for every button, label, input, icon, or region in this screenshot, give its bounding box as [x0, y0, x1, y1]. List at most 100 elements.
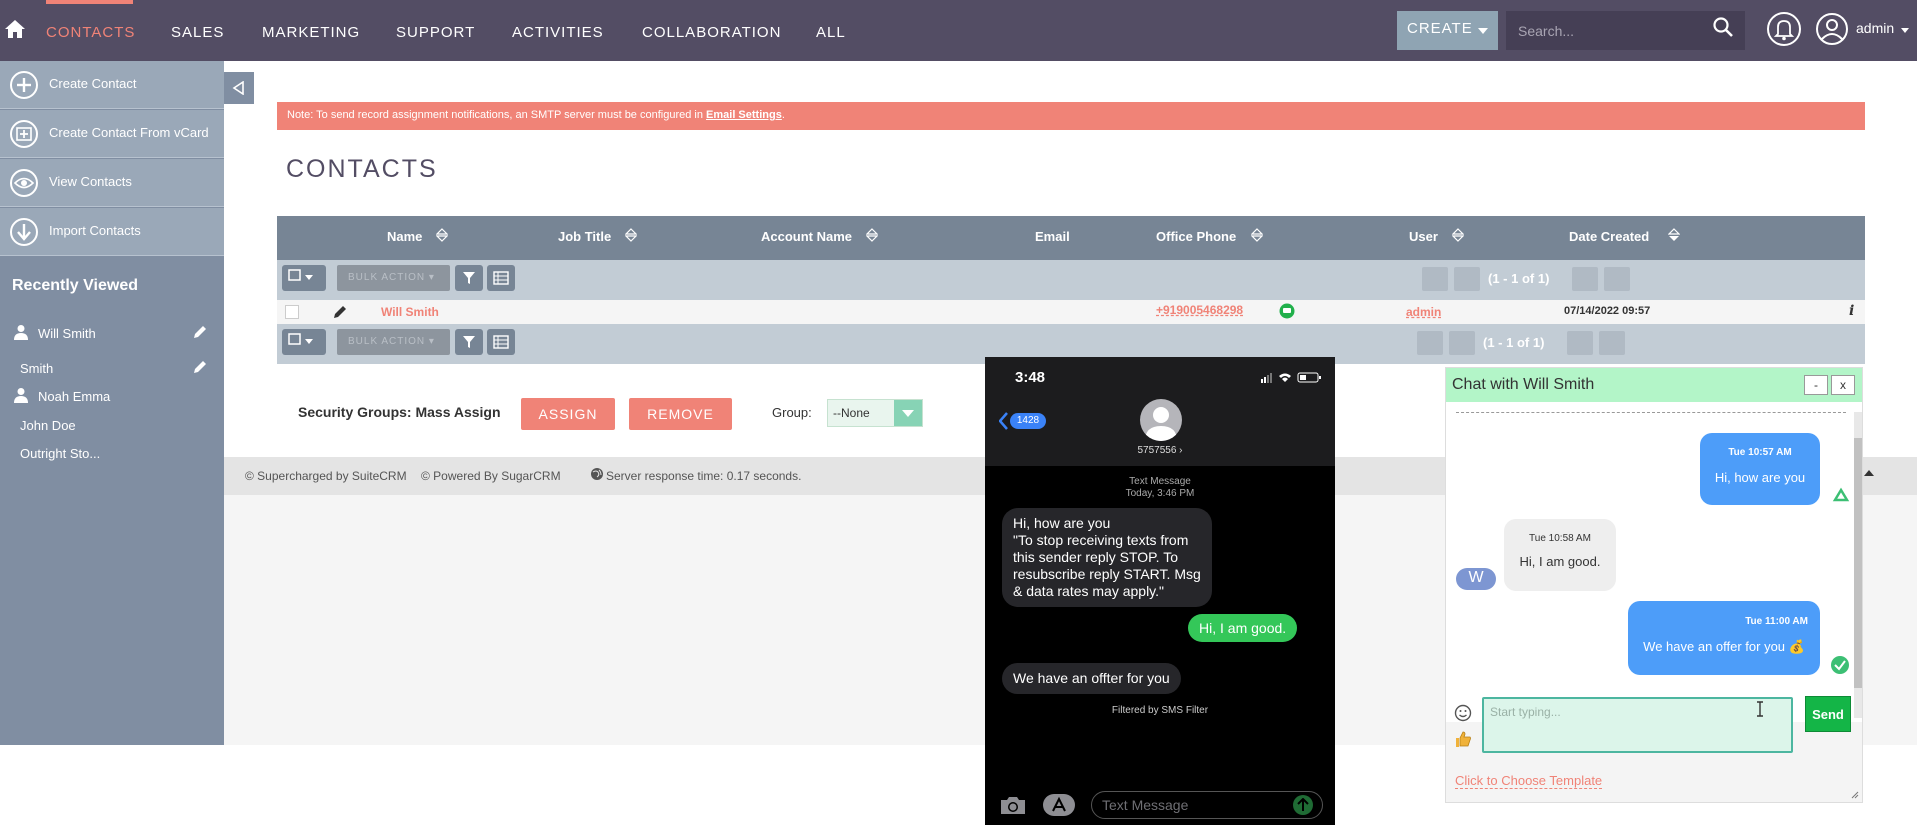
sms-icon[interactable]: [1279, 303, 1295, 319]
pencil-icon[interactable]: [192, 359, 208, 375]
pager-last-button[interactable]: [1604, 267, 1630, 291]
contact-avatar[interactable]: [1140, 399, 1182, 441]
chat-message-input[interactable]: [1482, 697, 1793, 753]
pager-prev-button[interactable]: [1449, 331, 1475, 355]
row-checkbox[interactable]: [285, 305, 299, 319]
chat-send-button[interactable]: Send: [1805, 696, 1851, 732]
chat-minimize-button[interactable]: -: [1804, 375, 1828, 395]
caret-up-icon[interactable]: [1864, 470, 1874, 476]
chat-scrollbar-thumb[interactable]: [1854, 438, 1862, 688]
bulk-action-button[interactable]: BULK ACTION ▾: [337, 329, 450, 355]
user-avatar-icon[interactable]: [1815, 12, 1849, 46]
row-user[interactable]: admin: [1406, 305, 1441, 319]
filter-button[interactable]: [455, 265, 483, 291]
recently-viewed-title: Recently Viewed: [12, 277, 138, 294]
bulk-action-label: BULK ACTION: [348, 272, 426, 283]
check-circle-icon: [1831, 656, 1849, 674]
pager-next-button[interactable]: [1572, 267, 1598, 291]
sidebar-collapse-button[interactable]: [224, 72, 254, 104]
nav-contacts[interactable]: CONTACTS: [46, 24, 135, 41]
chat-close-button[interactable]: x: [1831, 375, 1855, 395]
choose-template-link[interactable]: Click to Choose Template: [1455, 773, 1603, 789]
sms-send-button[interactable]: [1293, 795, 1313, 815]
recent-item-outright[interactable]: Outright Sto...: [20, 446, 100, 461]
nav-all[interactable]: ALL: [816, 24, 846, 41]
footer-sugarcrm[interactable]: © Powered By SugarCRM: [421, 469, 561, 483]
resize-grip-icon[interactable]: [1849, 789, 1859, 799]
column-chooser-button[interactable]: [487, 329, 515, 355]
back-count-badge[interactable]: 1428: [1010, 413, 1046, 429]
sort-icon[interactable]: [1452, 228, 1464, 242]
pager-next-button[interactable]: [1567, 331, 1593, 355]
nav-sales[interactable]: SALES: [171, 24, 224, 41]
column-user[interactable]: User: [1409, 229, 1438, 244]
bell-icon[interactable]: [1765, 10, 1803, 48]
search-icon[interactable]: [1712, 16, 1734, 38]
home-icon[interactable]: [4, 18, 26, 40]
pencil-icon[interactable]: [332, 304, 348, 320]
sort-icon[interactable]: [866, 228, 878, 242]
footer-suitecrm[interactable]: © Supercharged by SuiteCRM: [245, 469, 407, 483]
user-name[interactable]: admin: [1856, 20, 1894, 36]
recent-item-smith[interactable]: Smith: [20, 361, 53, 376]
pager-first-button[interactable]: [1422, 267, 1448, 291]
row-contact-name[interactable]: Will Smith: [381, 305, 439, 319]
nav-marketing[interactable]: MARKETING: [262, 24, 360, 41]
assign-button[interactable]: ASSIGN: [521, 398, 615, 430]
sidebar-create-contact[interactable]: Create Contact: [0, 61, 224, 109]
pencil-icon[interactable]: [192, 324, 208, 340]
column-name[interactable]: Name: [387, 229, 422, 244]
email-settings-link[interactable]: Email Settings: [706, 109, 782, 121]
pager-last-button[interactable]: [1599, 331, 1625, 355]
bulk-action-button[interactable]: BULK ACTION ▾: [337, 265, 450, 291]
phone-contact-number[interactable]: 5757556 ›: [985, 445, 1335, 456]
sidebar-action-label: Create Contact From vCard: [49, 125, 209, 140]
sort-icon[interactable]: [436, 228, 448, 242]
chat-message-time: Tue 10:57 AM: [1728, 447, 1792, 458]
chevron-down-icon[interactable]: [1901, 28, 1909, 33]
sort-desc-icon[interactable]: [1668, 228, 1680, 242]
sidebar-action-label: Create Contact: [49, 76, 137, 91]
sidebar-view-contacts[interactable]: View Contacts: [0, 159, 224, 207]
sms-text-input[interactable]: [1091, 791, 1323, 819]
column-office-phone[interactable]: Office Phone: [1156, 229, 1236, 244]
message-meta: Text Message Today, 3:46 PM: [985, 476, 1335, 500]
recent-item-john-doe[interactable]: John Doe: [20, 418, 76, 433]
column-job-title[interactable]: Job Title: [558, 229, 611, 244]
app-store-icon[interactable]: [1042, 793, 1076, 817]
select-all-dropdown[interactable]: [282, 265, 326, 291]
group-select[interactable]: --None: [827, 399, 923, 427]
plus-circle-icon: [10, 71, 38, 99]
filter-button[interactable]: [455, 329, 483, 355]
pager-first-button[interactable]: [1417, 331, 1443, 355]
thumbs-up-icon[interactable]: [1454, 730, 1472, 748]
group-select-value: --None: [833, 406, 870, 420]
create-button[interactable]: CREATE: [1397, 11, 1498, 50]
chat-widget: Chat with Will Smith - x Tue 10:57 AM Hi…: [1445, 367, 1863, 803]
camera-icon[interactable]: [999, 794, 1027, 816]
remove-button[interactable]: REMOVE: [629, 398, 732, 430]
chat-bubble-outgoing: Tue 11:00 AM We have an offer for you 💰: [1628, 601, 1820, 675]
recent-item-noah-emma[interactable]: Noah Emma: [38, 389, 110, 404]
sort-icon[interactable]: [625, 228, 637, 242]
chat-header[interactable]: Chat with Will Smith - x: [1446, 368, 1862, 402]
sidebar-import-contacts[interactable]: Import Contacts: [0, 208, 224, 256]
nav-collaboration[interactable]: COLLABORATION: [642, 24, 781, 41]
column-chooser-button[interactable]: [487, 265, 515, 291]
phone-time: 3:48: [1015, 369, 1046, 386]
column-account-name[interactable]: Account Name: [761, 229, 852, 244]
column-date-created[interactable]: Date Created: [1569, 229, 1649, 244]
filter-icon: [463, 272, 475, 284]
sort-icon[interactable]: [1251, 228, 1263, 242]
nav-activities[interactable]: ACTIVITIES: [512, 24, 604, 41]
pager-prev-button[interactable]: [1454, 267, 1480, 291]
select-all-dropdown[interactable]: [282, 329, 326, 355]
info-icon[interactable]: i: [1849, 303, 1859, 321]
table-header: Name Job Title Account Name Email Office…: [277, 216, 1865, 260]
recent-item-will-smith[interactable]: Will Smith: [38, 326, 96, 341]
emoji-icon[interactable]: [1454, 704, 1472, 722]
search-input[interactable]: [1506, 11, 1745, 50]
row-office-phone[interactable]: +919005468298: [1156, 303, 1243, 317]
sidebar-create-vcard[interactable]: Create Contact From vCard: [0, 110, 224, 158]
nav-support[interactable]: SUPPORT: [396, 24, 475, 41]
